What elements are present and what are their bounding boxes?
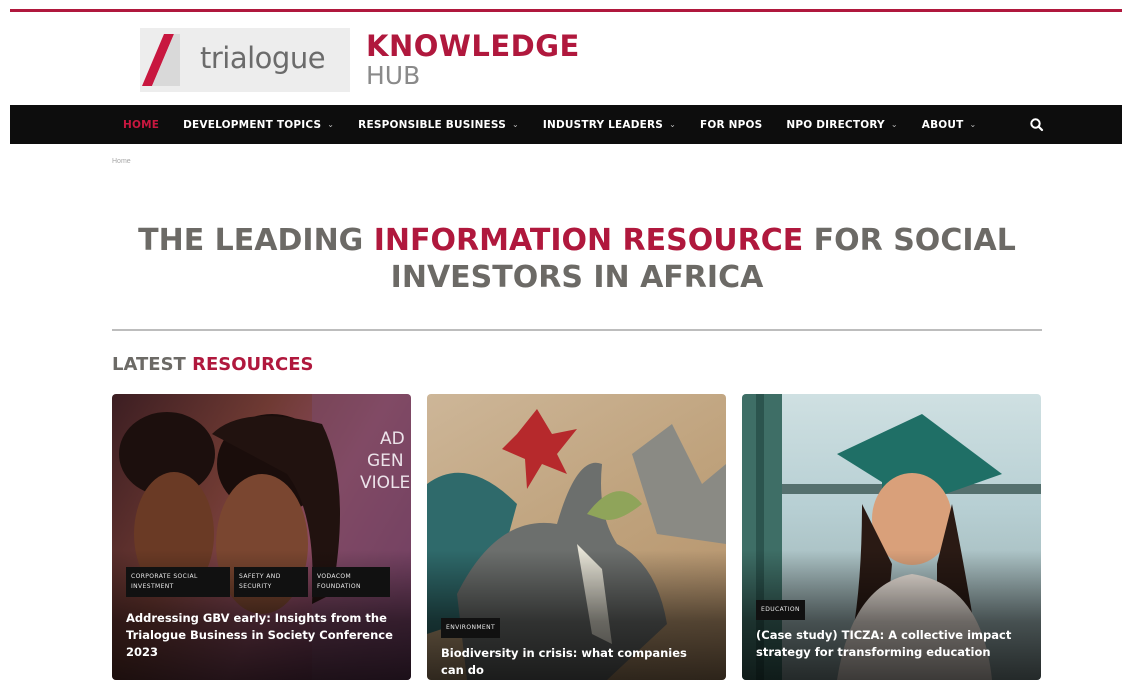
nav-label: DEVELOPMENT TOPICS xyxy=(183,118,322,131)
hero-accent: INFORMATION RESOURCE xyxy=(373,223,804,258)
tag-safety-and-security[interactable]: SAFETY AND SECURITY xyxy=(234,567,308,597)
knowledge-hub-title: KNOWLEDGE HUB xyxy=(366,29,580,90)
nav-label: ABOUT xyxy=(921,118,964,131)
breadcrumb[interactable]: Home xyxy=(112,158,131,165)
logo-slash-icon xyxy=(142,34,180,86)
hero-text-1: THE LEADING xyxy=(138,223,374,258)
chevron-down-icon: ⌄ xyxy=(969,120,977,129)
logo-wordmark: trialogue xyxy=(200,41,326,75)
section-divider xyxy=(112,329,1042,331)
section-title-accent: RESOURCES xyxy=(192,354,314,375)
nav-menu: HOME DEVELOPMENT TOPICS ⌄ RESPONSIBLE BUS… xyxy=(123,105,1000,144)
card-tags: ENVIRONMENT xyxy=(441,618,501,638)
tag-education[interactable]: EDUCATION xyxy=(756,600,805,620)
hub-line-1: KNOWLEDGE xyxy=(366,29,580,63)
nav-label: FOR NPOS xyxy=(699,118,763,131)
chevron-down-icon: ⌄ xyxy=(669,120,676,129)
site-logo[interactable]: trialogue KNOWLEDGE HUB xyxy=(140,26,580,94)
tag-corporate-social-investment[interactable]: CORPORATE SOCIAL INVESTMENT xyxy=(126,567,230,597)
nav-item-development-topics[interactable]: DEVELOPMENT TOPICS ⌄ xyxy=(183,119,334,131)
resource-card-gbv[interactable]: AD GEN VIOLE CORPORATE SOCIAL INVESTMENT… xyxy=(112,394,411,680)
hero-heading: THE LEADING INFORMATION RESOURCE FOR SOC… xyxy=(112,222,1042,296)
nav-label: INDUSTRY LEADERS xyxy=(542,118,664,131)
nav-item-for-npos[interactable]: FOR NPOS xyxy=(700,119,762,131)
card-title[interactable]: Addressing GBV early: Insights from the … xyxy=(126,610,396,661)
resource-card-ticza[interactable]: EDUCATION (Case study) TICZA: A collecti… xyxy=(742,394,1041,680)
nav-label: RESPONSIBLE BUSINESS xyxy=(358,118,506,131)
section-title-text: LATEST xyxy=(112,354,193,375)
nav-label: NPO DIRECTORY xyxy=(786,118,885,131)
resource-card-biodiversity[interactable]: ENVIRONMENT Biodiversity in crisis: what… xyxy=(427,394,726,680)
hub-line-2: HUB xyxy=(366,61,421,90)
nav-item-npo-directory[interactable]: NPO DIRECTORY ⌄ xyxy=(786,119,897,131)
chevron-down-icon: ⌄ xyxy=(327,120,335,129)
resource-cards: AD GEN VIOLE CORPORATE SOCIAL INVESTMENT… xyxy=(112,394,1042,680)
nav-item-home[interactable]: HOME xyxy=(123,119,159,131)
nav-label: HOME xyxy=(123,118,160,131)
tag-vodacom-foundation[interactable]: VODACOM FOUNDATION xyxy=(312,567,390,597)
nav-item-industry-leaders[interactable]: INDUSTRY LEADERS ⌄ xyxy=(543,119,676,131)
latest-resources-heading: LATEST RESOURCES xyxy=(112,354,313,375)
nav-item-responsible-business[interactable]: RESPONSIBLE BUSINESS ⌄ xyxy=(358,119,519,131)
card-tags: EDUCATION xyxy=(756,600,805,620)
nav-item-about[interactable]: ABOUT ⌄ xyxy=(922,119,977,131)
chevron-down-icon: ⌄ xyxy=(512,120,519,129)
search-icon[interactable] xyxy=(1028,116,1046,134)
tag-environment[interactable]: ENVIRONMENT xyxy=(441,618,501,638)
image-caption-viole: VIOLE xyxy=(360,473,410,493)
top-accent-rule xyxy=(10,9,1122,12)
image-caption-ad: AD xyxy=(380,429,405,449)
chevron-down-icon: ⌄ xyxy=(890,120,898,129)
main-navbar: HOME DEVELOPMENT TOPICS ⌄ RESPONSIBLE BUS… xyxy=(10,105,1122,144)
image-caption-gen: GEN xyxy=(367,451,404,471)
card-title[interactable]: Biodiversity in crisis: what companies c… xyxy=(441,645,711,679)
card-title[interactable]: (Case study) TICZA: A collective impact … xyxy=(756,627,1026,661)
breadcrumb-home[interactable]: Home xyxy=(112,158,131,165)
logo-box: trialogue xyxy=(140,28,350,92)
card-tags: CORPORATE SOCIAL INVESTMENT SAFETY AND S… xyxy=(126,567,390,597)
